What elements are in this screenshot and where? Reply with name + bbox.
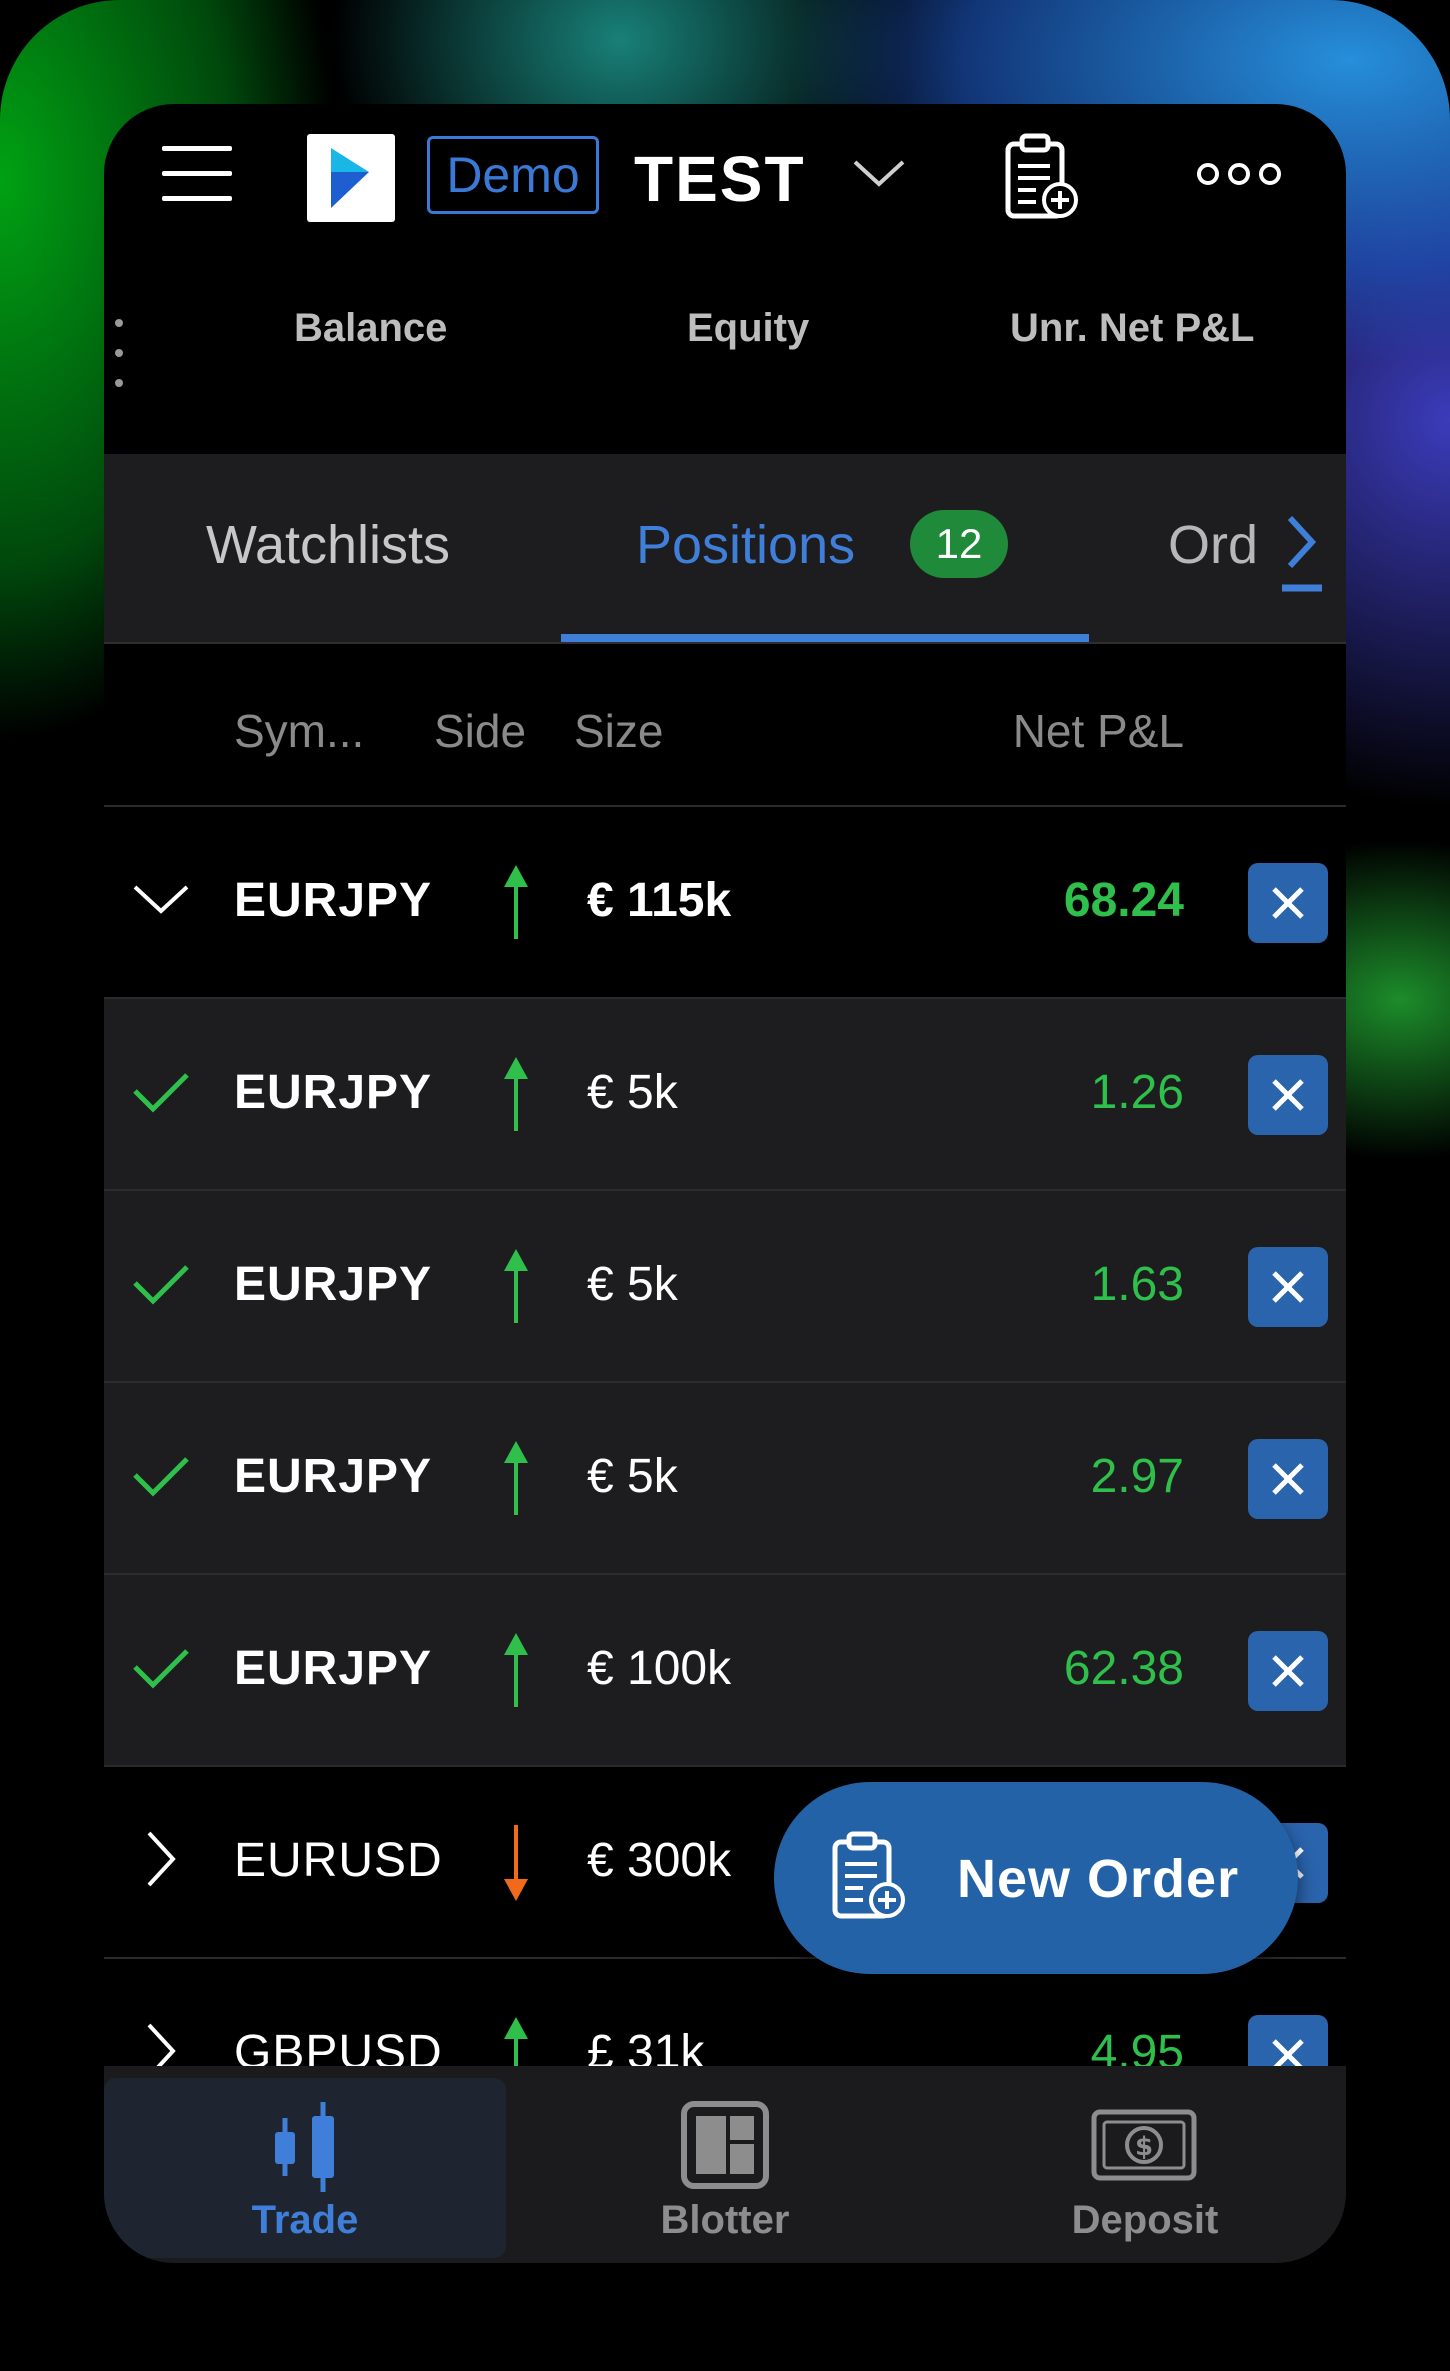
device-frame: Demo TEST Balance Equity Unr. Net P&L Wa… bbox=[0, 0, 1450, 2371]
close-position-button[interactable] bbox=[1248, 1055, 1328, 1135]
check-icon bbox=[129, 1059, 193, 1123]
layout-grid-icon bbox=[681, 2101, 769, 2189]
chevron-down-icon[interactable] bbox=[129, 867, 193, 931]
app-logo bbox=[307, 134, 395, 222]
nav-item-blotter[interactable]: Blotter bbox=[509, 2078, 941, 2258]
symbol-cell: EURJPY bbox=[234, 1450, 433, 1503]
active-tab-indicator bbox=[561, 634, 1089, 642]
column-header-size[interactable]: Size bbox=[574, 704, 663, 758]
table-row[interactable]: EURJPY € 5k 2.97 bbox=[104, 1383, 1346, 1575]
more-dots-icon[interactable] bbox=[1194, 154, 1284, 194]
check-icon bbox=[129, 1251, 193, 1315]
nav-item-deposit[interactable]: $ Deposit bbox=[944, 2078, 1346, 2258]
size-cell: € 5k bbox=[587, 1450, 678, 1503]
size-cell: € 5k bbox=[587, 1066, 678, 1119]
size-cell: € 100k bbox=[587, 1642, 732, 1695]
positions-count-badge: 12 bbox=[910, 510, 1008, 578]
close-position-button[interactable] bbox=[1248, 1631, 1328, 1711]
net-pnl-cell: 62.38 bbox=[1063, 1642, 1184, 1695]
symbol-cell: EURJPY bbox=[234, 1066, 433, 1119]
arrow-up-icon bbox=[498, 863, 534, 943]
net-pnl-cell: 2.97 bbox=[1090, 1450, 1184, 1503]
candlestick-icon bbox=[275, 2102, 334, 2192]
table-row[interactable]: EURJPY € 5k 1.26 bbox=[104, 999, 1346, 1191]
symbol-cell: EURJPY bbox=[234, 1258, 433, 1311]
net-pnl-cell: 68.24 bbox=[1063, 874, 1184, 927]
nav-label-trade: Trade bbox=[251, 2198, 359, 2242]
net-pnl-cell: 1.26 bbox=[1090, 1066, 1184, 1119]
size-cell: € 115k bbox=[587, 874, 732, 927]
tab-positions[interactable]: Positions bbox=[636, 514, 855, 576]
table-row[interactable]: EURJPY € 115k 68.24 bbox=[104, 807, 1346, 999]
chevron-right-icon[interactable] bbox=[129, 1827, 193, 1891]
new-order-label: New Order bbox=[957, 1849, 1240, 1909]
check-icon bbox=[129, 1635, 193, 1699]
close-position-button[interactable] bbox=[1248, 863, 1328, 943]
summary-drag-handle[interactable] bbox=[112, 319, 126, 391]
equity-label: Equity bbox=[687, 306, 810, 350]
close-position-button[interactable] bbox=[1248, 1439, 1328, 1519]
new-order-button[interactable]: New Order bbox=[774, 1782, 1298, 1974]
symbol-cell: EURUSD bbox=[234, 1834, 443, 1887]
column-header-side[interactable]: Side bbox=[434, 704, 526, 758]
arrow-up-icon bbox=[498, 1439, 534, 1519]
close-position-button[interactable] bbox=[1248, 1247, 1328, 1327]
symbol-cell: EURJPY bbox=[234, 874, 433, 927]
bottom-navigation: Trade Blotter $ Deposit bbox=[104, 2066, 1346, 2263]
svg-text:$: $ bbox=[1135, 2132, 1153, 2162]
app-screen: Demo TEST Balance Equity Unr. Net P&L Wa… bbox=[104, 104, 1346, 2263]
arrow-up-icon bbox=[498, 1631, 534, 1711]
tab-orders[interactable]: Ord bbox=[1168, 514, 1258, 576]
column-header-net-pnl[interactable]: Net P&L bbox=[1013, 704, 1184, 758]
account-mode-badge[interactable]: Demo bbox=[427, 136, 599, 214]
size-cell: € 5k bbox=[587, 1258, 678, 1311]
column-header-symbol[interactable]: Sym... bbox=[234, 704, 364, 758]
nav-label-deposit: Deposit bbox=[1071, 2198, 1219, 2242]
check-icon bbox=[129, 1443, 193, 1507]
cash-icon: $ bbox=[1091, 2109, 1197, 2181]
unrealized-pnl-label: Unr. Net P&L bbox=[1010, 306, 1255, 350]
table-row[interactable]: EURJPY € 100k 62.38 bbox=[104, 1575, 1346, 1767]
arrow-down-icon bbox=[498, 1823, 534, 1903]
net-pnl-cell: 1.63 bbox=[1090, 1258, 1184, 1311]
chevron-right-icon[interactable] bbox=[1282, 514, 1322, 594]
arrow-up-icon bbox=[498, 1247, 534, 1327]
balance-label: Balance bbox=[294, 306, 448, 350]
nav-item-trade[interactable]: Trade bbox=[104, 2078, 506, 2258]
table-row[interactable]: EURJPY € 5k 1.63 bbox=[104, 1191, 1346, 1383]
clipboard-plus-icon bbox=[829, 1830, 909, 1922]
size-cell: € 300k bbox=[587, 1834, 732, 1887]
symbol-cell: EURJPY bbox=[234, 1642, 433, 1695]
tab-watchlists[interactable]: Watchlists bbox=[206, 514, 450, 576]
tab-bar: Watchlists Positions 12 Ord bbox=[104, 454, 1346, 644]
nav-label-blotter: Blotter bbox=[660, 2198, 790, 2242]
chevron-down-icon[interactable] bbox=[851, 154, 907, 194]
account-name[interactable]: TEST bbox=[634, 142, 806, 216]
menu-icon[interactable] bbox=[162, 146, 232, 202]
clipboard-plus-icon[interactable] bbox=[1002, 132, 1082, 222]
arrow-up-icon bbox=[498, 1055, 534, 1135]
